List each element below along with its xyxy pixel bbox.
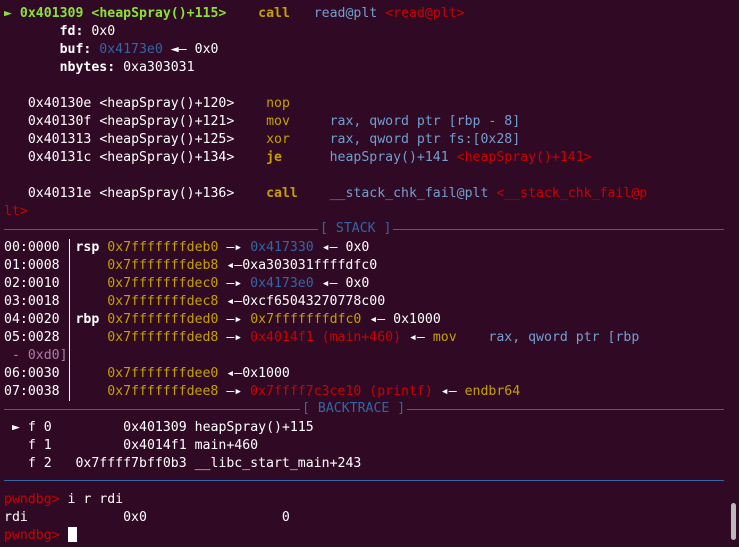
arg-fd: fd: 0x0	[59, 24, 116, 39]
disasm-current-line: ► 0x401309 <heapSpray()+115> call read@p…	[4, 5, 465, 23]
console-prompt: pwndbg>	[4, 528, 60, 543]
stack-row-wrap: - 0xd0]	[4, 348, 68, 363]
stack-row: 03:0018 0x7fffffffdec8 ◂—0xcf65043270778…	[4, 294, 386, 309]
disasm-operand: read@plt	[313, 6, 378, 21]
text-cursor	[67, 527, 77, 542]
console-separator	[4, 480, 724, 481]
disasm-row: 0x401313 <heapSpray()+125> xor rax, qwor…	[27, 132, 521, 147]
disasm-row-wrap: lt>	[4, 204, 28, 219]
stack-row: 00:0000 rsp 0x7fffffffdeb0 —▸ 0x417330 ◂…	[4, 240, 370, 255]
arg-nbytes: nbytes: 0xa303031	[59, 60, 195, 75]
backtrace-frame: f 1 0x4014f1 main+460	[27, 438, 259, 453]
console-input-line[interactable]: pwndbg>	[4, 527, 77, 545]
stack-row: 06:0030 0x7fffffffdee0 ◂—0x1000	[4, 366, 290, 381]
disasm-mnemonic: call	[258, 6, 290, 21]
disasm-row: 0x40131e <heapSpray()+136> call __stack_…	[27, 186, 648, 201]
stack-title: [ STACK ]	[318, 220, 394, 238]
disasm-row: 0x40130f <heapSpray()+121> mov rax, qwor…	[27, 114, 521, 129]
current-frame-marker-icon: ►	[11, 420, 20, 435]
disasm-row: 0x40131c <heapSpray()+134> je heapSpray(…	[27, 150, 592, 165]
console-prompt: pwndbg>	[4, 492, 60, 507]
backtrace-title: [ BACKTRACE ]	[300, 400, 408, 418]
terminal-scrollbar[interactable]	[731, 503, 736, 540]
disasm-address: 0x401309	[19, 6, 84, 21]
stack-row: 05:0028 0x7fffffffded8 —▸ 0x4014f1 (main…	[4, 330, 640, 345]
backtrace-frame: ► f 0 0x401309 heapSpray()+115	[11, 420, 314, 435]
backtrace-frame: f 2 0x7ffff7bff0b3 __libc_start_main+243	[27, 456, 362, 471]
stack-row: 07:0038 0x7fffffffdee8 —▸ 0x7ffff7c3ce10…	[4, 384, 521, 399]
arg-buf: buf: 0x4173e0 ◄— 0x0	[59, 42, 219, 57]
stack-row: 01:0008 0x7fffffffdeb8 ◂—0xa303031ffffdf…	[4, 258, 378, 273]
console-command: i r rdi	[67, 492, 124, 507]
console-command-line: pwndbg> i r rdi	[4, 491, 123, 509]
register-output: rdi 0x0 0	[4, 510, 290, 525]
stack-row: 04:0020 rbp 0x7fffffffded0 —▸ 0x7fffffff…	[4, 312, 441, 327]
disasm-symbol: <heapSpray()+115>	[91, 6, 227, 21]
stack-row: 02:0010 0x7fffffffdec0 —▸ 0x4173e0 ◂— 0x…	[4, 276, 370, 291]
disasm-target: <read@plt>	[385, 6, 465, 21]
terminal-window[interactable]: ► 0x401309 <heapSpray()+115> call read@p…	[0, 0, 739, 547]
disasm-row: 0x40130e <heapSpray()+120> nop	[27, 96, 290, 111]
current-instruction-marker-icon: ►	[4, 6, 12, 21]
